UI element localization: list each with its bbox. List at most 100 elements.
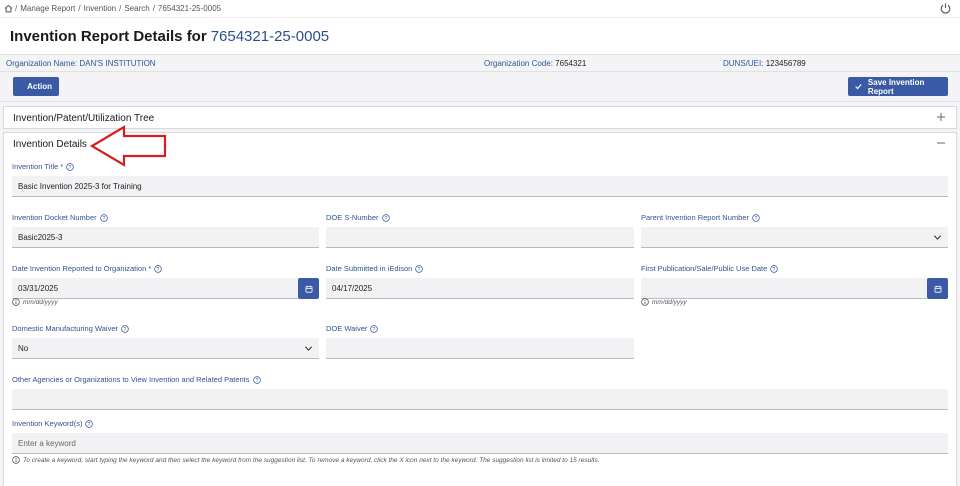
help-icon[interactable]: ? [154, 264, 162, 273]
calendar-icon [305, 285, 312, 293]
help-icon[interactable]: ? [381, 213, 390, 222]
duns-uei: DUNS/UEI: 123456789 [723, 59, 806, 68]
invention-title-input[interactable]: Basic Invention 2025-3 for Training [12, 176, 948, 197]
first-publication-label: First Publication/Sale/Public Use Date ? [641, 264, 779, 273]
action-button-label: Action [27, 82, 52, 91]
first-publication-input[interactable] [641, 278, 927, 299]
first-publication-hint: mm/dd/yyyy [641, 298, 687, 306]
svg-text:?: ? [755, 215, 758, 221]
other-agencies-label-text: Other Agencies or Organizations to View … [12, 375, 250, 384]
home-icon[interactable] [3, 4, 13, 14]
save-invention-report-button[interactable]: Save Invention Report [848, 77, 948, 96]
check-icon [855, 83, 862, 90]
page-header: Invention Report Details for 7654321-25-0… [0, 18, 960, 54]
svg-text:?: ? [384, 215, 387, 221]
help-icon[interactable]: ? [99, 213, 108, 222]
help-icon[interactable]: ? [252, 375, 261, 384]
organization-name-label: Organization Name: [6, 59, 78, 68]
docket-number-input[interactable]: Basic2025-3 [12, 227, 319, 248]
manufacturing-waiver-label-text: Domestic Manufacturing Waiver [12, 324, 119, 333]
breadcrumb-separator: / [152, 4, 155, 13]
other-agencies-input[interactable] [12, 389, 948, 410]
doe-s-number-label-text: DOE S-Number [326, 213, 379, 222]
svg-text:?: ? [773, 266, 776, 272]
parent-report-number-select[interactable] [641, 227, 948, 248]
date-reported-calendar-button[interactable] [298, 278, 319, 299]
breadcrumb-search[interactable]: Search [124, 4, 149, 13]
help-icon[interactable]: ? [752, 213, 760, 222]
breadcrumb-invention[interactable]: Invention [84, 4, 116, 13]
invention-tree-title: Invention/Patent/Utilization Tree [13, 112, 155, 124]
doe-s-number-label: DOE S-Number ? [326, 213, 390, 222]
manufacturing-waiver-value: No [18, 343, 29, 353]
organization-code-value: 7654321 [555, 59, 587, 68]
doe-s-number-input[interactable] [326, 227, 634, 248]
help-icon[interactable]: ? [121, 324, 129, 333]
date-reported-label-text: Date Invention Reported to Organization … [12, 264, 152, 273]
first-publication-calendar-button[interactable] [927, 278, 948, 299]
top-bar: / Manage Report / Invention / Search / 7… [0, 0, 960, 18]
first-publication-label-text: First Publication/Sale/Public Use Date [641, 264, 768, 273]
keywords-label: Invention Keyword(s) ? [12, 419, 94, 428]
minus-icon[interactable] [936, 138, 948, 150]
keywords-label-text: Invention Keyword(s) [12, 419, 83, 428]
date-submitted-label: Date Submitted in iEdison ? [326, 264, 424, 273]
report-id: 7654321-25-0005 [210, 27, 330, 45]
docket-number-label-text: Invention Docket Number [12, 213, 97, 222]
help-icon[interactable]: ? [370, 324, 379, 333]
breadcrumb-separator: / [15, 4, 18, 13]
docket-number-label: Invention Docket Number ? [12, 213, 108, 222]
date-reported-label: Date Invention Reported to Organization … [12, 264, 162, 273]
invention-title-label: Invention Title * ? [12, 162, 75, 171]
duns-uei-label: DUNS/UEI: [723, 59, 764, 68]
info-icon [12, 298, 20, 306]
svg-text:?: ? [102, 215, 105, 221]
first-publication-hint-text: mm/dd/yyyy [652, 298, 687, 306]
date-reported-input[interactable]: 03/31/2025 [12, 278, 298, 299]
doe-waiver-label-text: DOE Waiver [326, 324, 368, 333]
svg-text:?: ? [157, 266, 160, 272]
other-agencies-label: Other Agencies or Organizations to View … [12, 375, 261, 384]
help-icon[interactable]: ? [66, 162, 75, 171]
annotation-arrow [90, 125, 167, 167]
manufacturing-waiver-select[interactable]: No [12, 338, 319, 359]
date-submitted-label-text: Date Submitted in iEdison [326, 264, 413, 273]
breadcrumb-current: 7654321-25-0005 [157, 4, 222, 13]
svg-text:?: ? [418, 266, 421, 272]
plus-icon[interactable] [936, 112, 948, 124]
manufacturing-waiver-label: Domestic Manufacturing Waiver ? [12, 324, 129, 333]
help-icon[interactable]: ? [770, 264, 779, 273]
chevron-down-icon [933, 235, 942, 240]
keywords-hint-text: To create a keyword, start typing the ke… [23, 456, 600, 464]
help-icon[interactable]: ? [415, 264, 424, 273]
action-button[interactable]: Action [13, 77, 59, 96]
parent-report-number-label: Parent Invention Report Number ? [641, 213, 760, 222]
organization-name: Organization Name: DAN'S INSTITUTION [6, 59, 156, 68]
svg-text:?: ? [88, 421, 91, 427]
chevron-down-icon [20, 86, 22, 87]
organization-info-bar: Organization Name: DAN'S INSTITUTION Org… [0, 54, 960, 72]
save-button-label: Save Invention Report [867, 77, 925, 96]
organization-code-label: Organization Code: [484, 59, 553, 68]
action-toolbar: Action Save Invention Report [0, 72, 960, 102]
breadcrumb-manage-report[interactable]: Manage Report [20, 4, 75, 13]
organization-code: Organization Code: 7654321 [484, 59, 586, 68]
info-icon [12, 456, 20, 464]
date-submitted-input[interactable]: 04/17/2025 [326, 278, 634, 299]
doe-waiver-label: DOE Waiver ? [326, 324, 379, 333]
invention-details-title: Invention Details [13, 138, 87, 150]
help-icon[interactable]: ? [85, 419, 94, 428]
duns-uei-value: 123456789 [765, 59, 806, 68]
parent-report-number-label-text: Parent Invention Report Number [641, 213, 749, 222]
keywords-hint: To create a keyword, start typing the ke… [12, 456, 600, 464]
date-reported-hint-text: mm/dd/yyyy [23, 298, 58, 306]
breadcrumb-separator: / [78, 4, 81, 13]
power-icon[interactable] [939, 2, 952, 15]
chevron-down-icon [304, 346, 313, 351]
invention-title-label-text: Invention Title * [12, 162, 64, 171]
doe-waiver-input[interactable] [326, 338, 634, 359]
svg-text:?: ? [69, 164, 72, 170]
keywords-input[interactable]: Enter a keyword [12, 433, 948, 454]
svg-text:?: ? [373, 326, 376, 332]
svg-text:?: ? [124, 326, 127, 332]
